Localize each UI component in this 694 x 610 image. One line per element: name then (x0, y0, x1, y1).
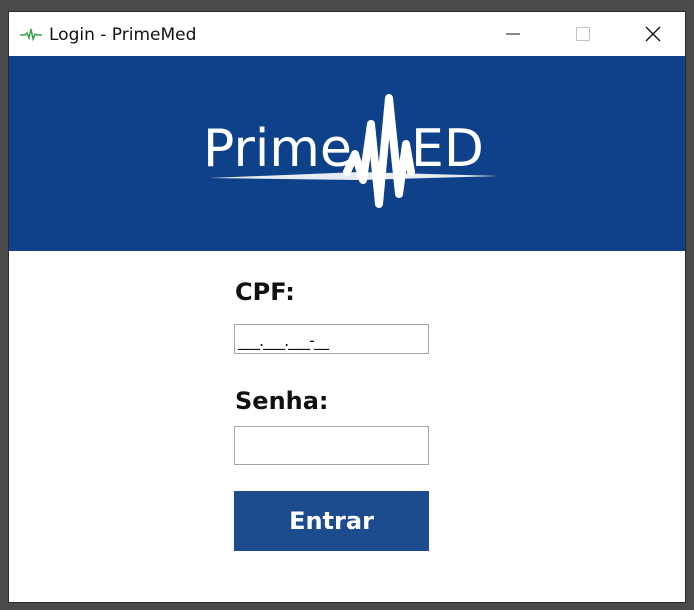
maximize-button[interactable] (560, 12, 606, 56)
maximize-icon (576, 27, 590, 41)
svg-text:ED: ED (411, 119, 484, 179)
minimize-button[interactable] (490, 12, 536, 56)
senha-input[interactable] (234, 426, 429, 465)
header-banner: Prime ED (9, 56, 685, 251)
cpf-mask-text: ___.___.___-__ (238, 331, 329, 350)
entrar-button[interactable]: Entrar (234, 491, 429, 551)
close-button[interactable] (630, 12, 676, 56)
app-heartbeat-icon (20, 28, 42, 42)
primemed-logo: Prime ED (203, 94, 499, 208)
title-bar[interactable]: Login - PrimeMed (9, 12, 685, 56)
minimize-icon (506, 33, 520, 35)
senha-label: Senha: (235, 387, 329, 415)
login-window: Login - PrimeMed Prime ED CPF: ___.___._… (8, 11, 686, 603)
entrar-button-label: Entrar (289, 507, 374, 535)
close-icon (645, 26, 661, 42)
cpf-input[interactable]: ___.___.___-__ (234, 324, 429, 354)
cpf-label: CPF: (235, 278, 295, 306)
svg-text:Prime: Prime (203, 119, 352, 179)
window-title: Login - PrimeMed (49, 25, 197, 45)
